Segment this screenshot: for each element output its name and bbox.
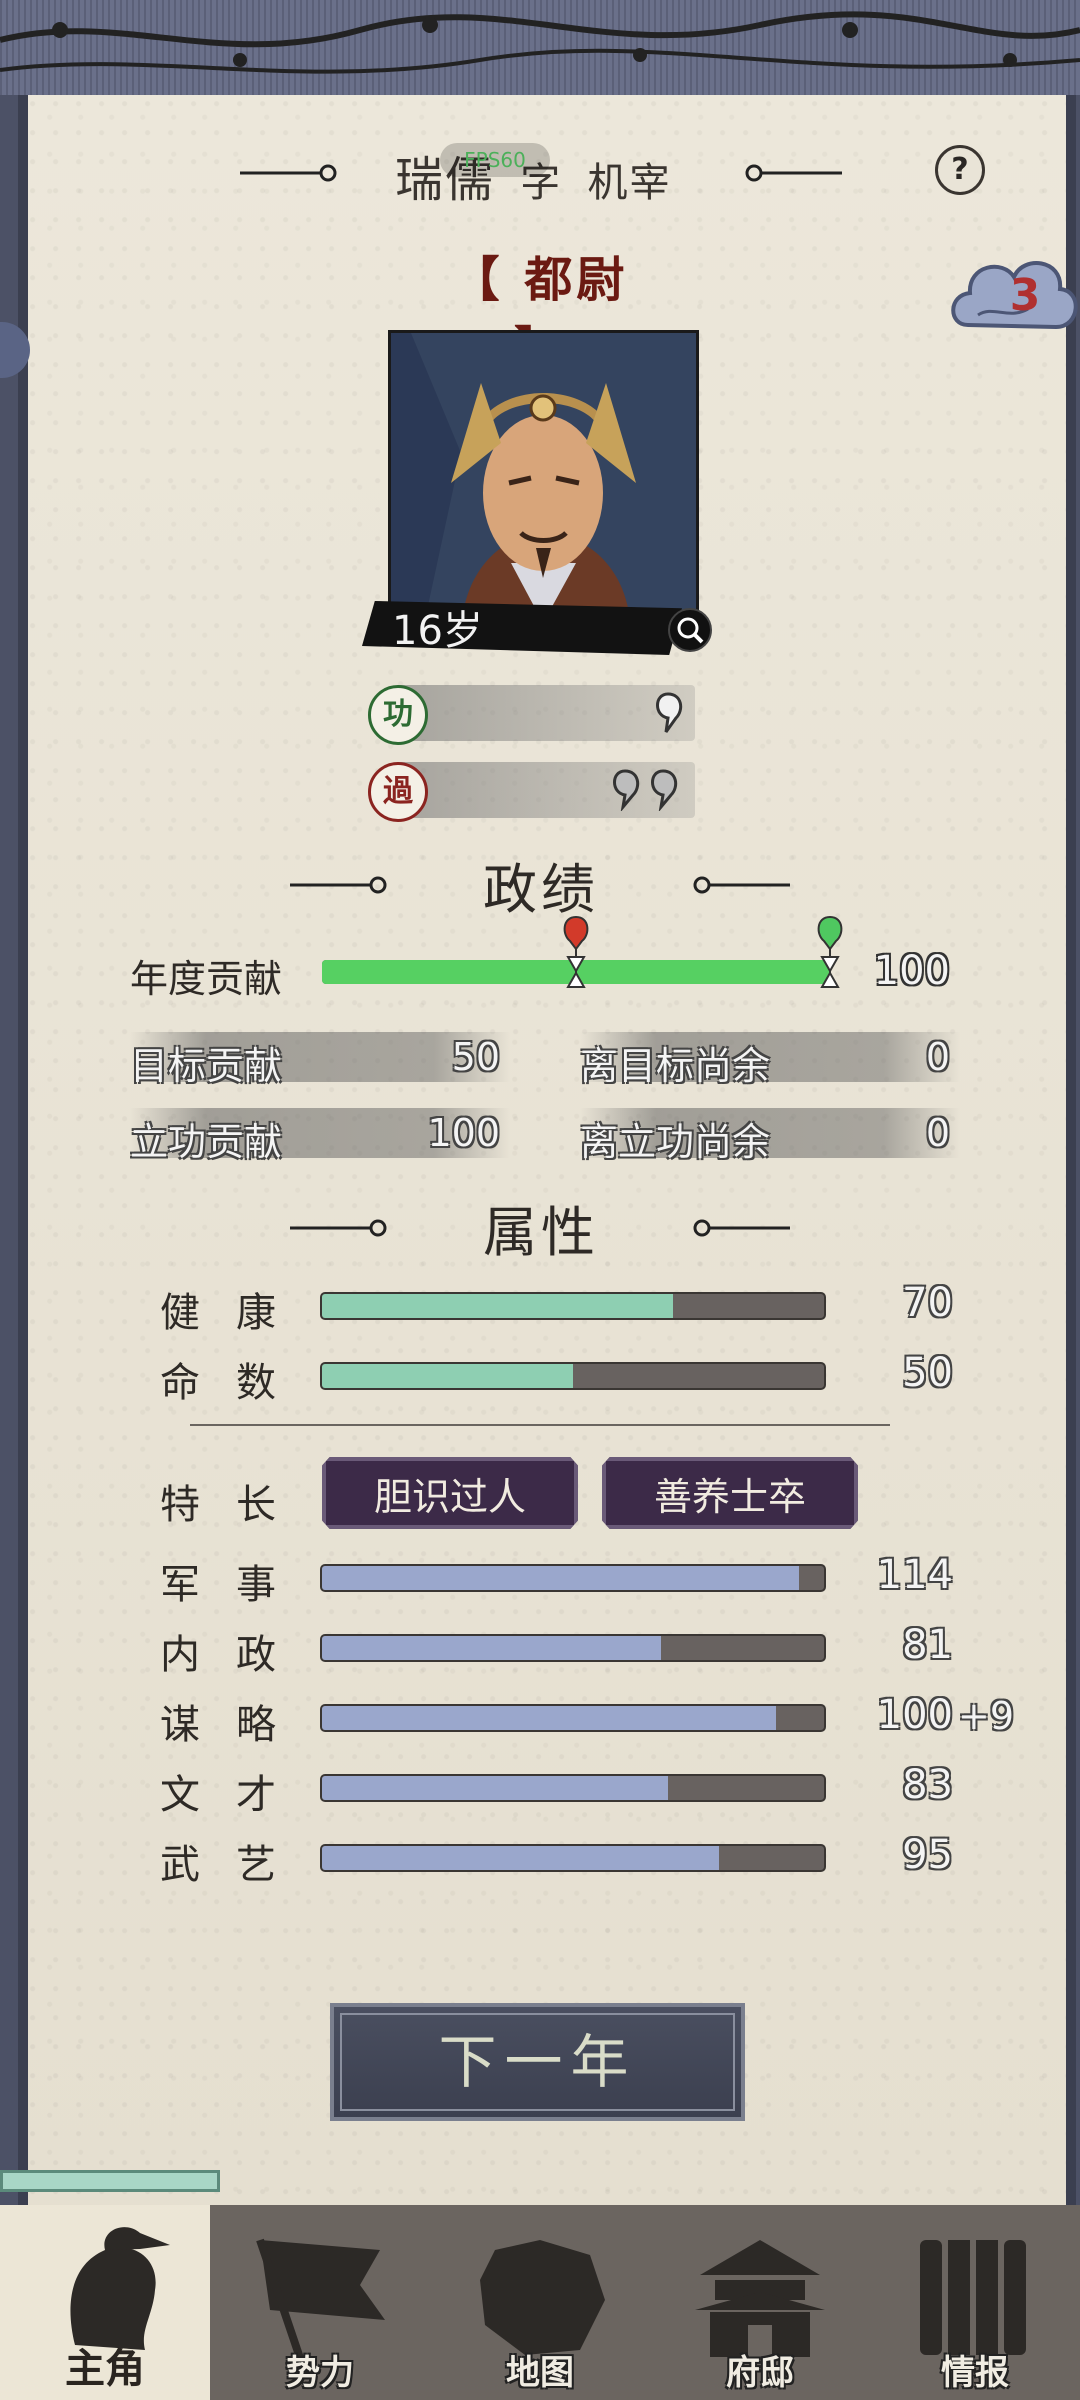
to-merit-label: 离立功尚余 [580,1120,771,1164]
nav-label: 情报 [941,2353,1009,2393]
faction-flag-icon [256,2238,385,2360]
fault-token-icon [613,769,678,811]
fault-seal: 過 [368,762,428,822]
target-contribution-value: 50 [451,1035,500,1079]
yearly-contribution-value: 100 [873,948,950,994]
nav-active-accent [0,2170,220,2192]
nav-label: 地图 [506,2353,574,2393]
courtesy-name: 机宰 [587,160,672,206]
ability-value: 83 [902,1762,953,1808]
game-screen: 瑞儒 字 机宰 FPS60 ? 【 都尉 】 3 16岁 [0,0,1080,2400]
character-portrait[interactable] [388,330,699,641]
magnifier-icon [677,617,704,644]
fate-label: 命数 [160,1360,312,1406]
ability-fill [322,1566,799,1590]
to-target-label: 离目标尚余 [580,1044,771,1088]
left-border [0,95,18,2205]
ornament-left-icon [290,876,387,894]
performance-title: 政绩 [483,858,599,921]
ability-bonus: +9 [958,1694,1015,1738]
intel-scroll-icon [920,2240,1026,2355]
floral-pattern-icon [0,11,1080,74]
ability-bar [320,1844,826,1872]
trait-chip[interactable]: 胆识过人 [322,1457,578,1529]
trait-chip[interactable]: 善养士卒 [602,1457,858,1529]
to-target-value: 0 [925,1035,950,1079]
nav-item-faction[interactable]: 势力 [210,2205,430,2400]
section-divider [190,1424,890,1426]
nav-label: 主角 [65,2346,145,2392]
ability-fill [322,1706,777,1730]
ability-bar [320,1774,826,1802]
nav-label: 势力 [286,2353,354,2393]
merit-contribution-label: 立功贡献 [130,1120,283,1164]
ability-value: 95 [902,1832,953,1878]
ability-label: 谋略 [160,1702,312,1748]
ornament-left-icon [290,1219,387,1237]
health-value: 70 [902,1280,953,1326]
ornament-right-icon [693,876,790,894]
ability-bar [320,1704,826,1732]
fate-fill [322,1364,573,1388]
ability-label: 军事 [160,1562,312,1608]
top-decorative-border [0,0,1080,101]
fps-counter: FPS60 [440,143,550,177]
ornament-left-icon [240,164,337,182]
age-text: 16岁 [392,608,483,654]
ability-fill [322,1776,669,1800]
ability-label: 文才 [160,1772,312,1818]
zoom-button[interactable] [668,608,712,652]
next-year-button[interactable]: 下一年 [330,2003,745,2121]
health-label: 健康 [160,1290,312,1336]
ability-value: 100 [876,1692,953,1738]
to-merit-value: 0 [925,1111,950,1155]
traits-label: 特长 [160,1482,312,1528]
ability-value: 114 [876,1552,953,1598]
ability-bar [320,1634,826,1662]
ability-label: 内政 [160,1632,312,1678]
nav-item-mansion[interactable]: 府邸 [650,2205,870,2400]
health-fill [322,1294,674,1318]
yearly-contribution-label: 年度贡献 [130,957,283,1001]
ability-value: 81 [902,1622,953,1668]
merit-seal: 功 [368,685,428,745]
map-icon [480,2240,605,2355]
nav-item-protagonist[interactable]: 主角 [0,2205,210,2400]
general-portrait-icon [391,333,696,638]
ability-bar [320,1564,826,1592]
merit-contribution-value: 100 [427,1111,500,1155]
merit-token-icon [656,692,683,733]
nav-item-map[interactable]: 地图 [430,2205,650,2400]
ornament-right-icon [745,164,842,182]
ability-fill [322,1636,661,1660]
fate-bar [320,1362,826,1390]
ability-fill [322,1846,719,1870]
help-button[interactable]: ? [935,145,985,195]
ability-label: 武艺 [160,1842,312,1888]
cloud-badge-count: 3 [1009,270,1041,321]
ornament-right-icon [693,1219,790,1237]
target-contribution-label: 目标贡献 [130,1044,283,1088]
health-bar [320,1292,826,1320]
attributes-title: 属性 [483,1201,599,1264]
merit-marker-icon [817,915,843,988]
nav-item-intel[interactable]: 情报 [870,2205,1080,2400]
mansion-icon [695,2240,825,2357]
fate-value: 50 [902,1350,953,1396]
nav-label: 府邸 [726,2353,794,2393]
next-year-label: 下一年 [438,2028,637,2096]
target-marker-icon [563,915,589,988]
protagonist-icon [70,2227,170,2350]
